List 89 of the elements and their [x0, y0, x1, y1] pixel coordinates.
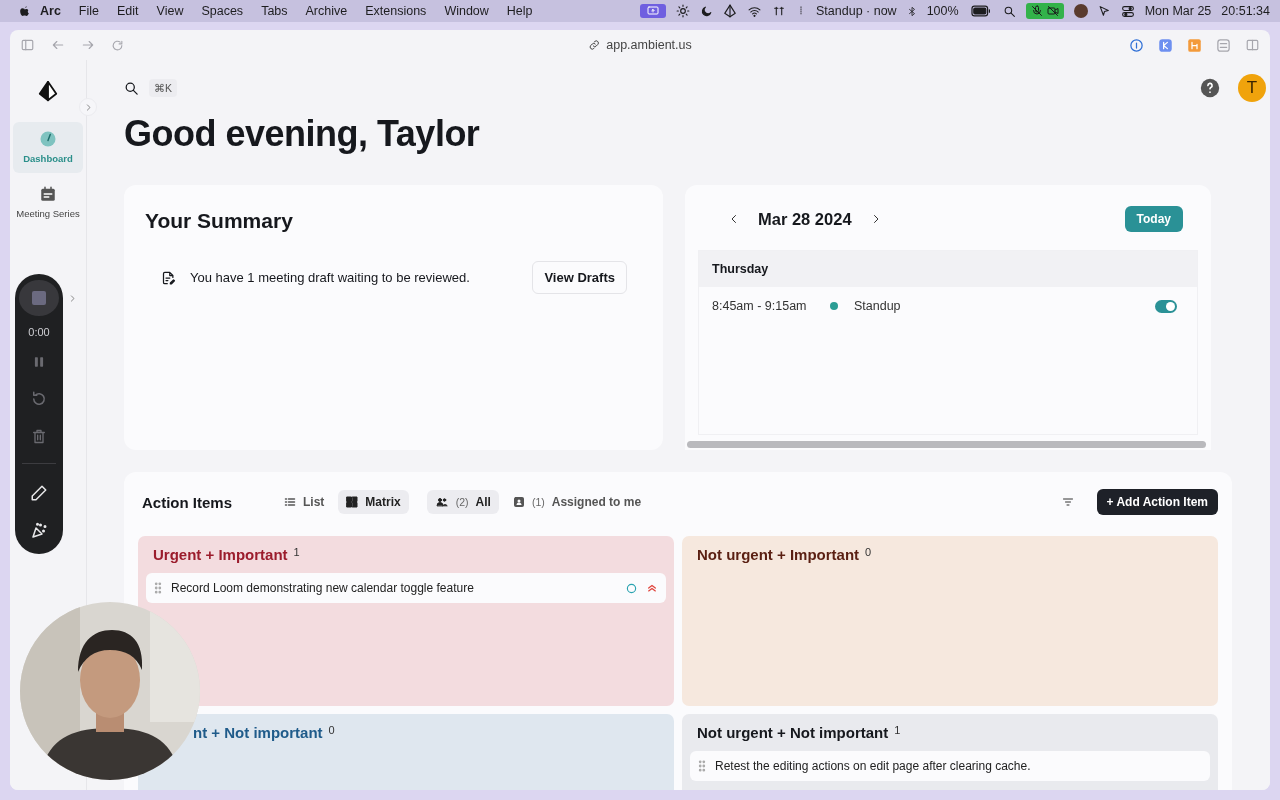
action-items-title: Action Items — [142, 493, 232, 511]
menu-item[interactable]: Extensions — [356, 4, 436, 18]
quadrant-title: Not urgent + Important — [697, 546, 860, 563]
draft-message: You have 1 meeting draft waiting to be reviewed. — [190, 270, 470, 285]
help-icon — [1200, 78, 1220, 98]
draft-icon — [161, 269, 176, 286]
stop-button[interactable] — [19, 280, 59, 317]
event-title: Standup — [854, 299, 901, 313]
search-icon — [1002, 4, 1016, 18]
quadrant-title: nt + Not important — [193, 724, 323, 741]
view-tab[interactable]: List — [276, 490, 333, 514]
summary-title: Your Summary — [145, 209, 294, 233]
menu-item[interactable]: Window — [435, 4, 498, 18]
camera-off-icon — [1046, 5, 1059, 17]
gauge-icon — [39, 130, 57, 148]
apple-icon — [18, 4, 31, 18]
forward-icon — [81, 38, 95, 52]
calendar-icon — [39, 184, 57, 203]
view-drafts-button[interactable]: View Drafts — [532, 261, 627, 294]
moon-icon — [700, 4, 714, 18]
grid-icon — [346, 496, 359, 508]
user-avatar-icon[interactable] — [1073, 4, 1088, 18]
sidebar-toggle-icon — [20, 38, 35, 52]
menu-item[interactable]: Tabs — [252, 4, 297, 18]
people-icon — [434, 496, 449, 508]
event-time: 8:45am - 9:15am — [712, 299, 808, 313]
sliders-extension-icon — [1216, 37, 1231, 53]
battery-icon — [968, 5, 993, 17]
event-toggle[interactable] — [1155, 299, 1177, 313]
priority-chevrons-icon — [646, 583, 658, 593]
sidebar-item[interactable]: Meeting Series — [13, 176, 83, 228]
h-extension-icon — [1187, 37, 1202, 53]
trash-icon — [31, 428, 47, 446]
filter-icon — [1060, 496, 1075, 508]
user-avatar[interactable]: T — [1238, 74, 1266, 102]
battery-percentage: 100% — [926, 4, 959, 18]
drag-handle-icon — [698, 760, 706, 772]
menu-bar-meeting[interactable]: Standup · now — [816, 4, 897, 18]
assignee-filter[interactable]: (1) Assigned to me — [504, 490, 650, 514]
pyramid-icon — [723, 4, 738, 18]
menu-bar-date[interactable]: Mon Mar 25 — [1144, 4, 1212, 18]
action-item[interactable]: Retest the editing actions on edit page after clearing cache. — [690, 751, 1210, 781]
quadrant-title: Not urgent + Not important — [697, 724, 889, 741]
password-extension-icon — [1129, 37, 1144, 53]
cursor-icon — [1097, 4, 1111, 18]
assignee-filter[interactable]: (2) All — [426, 490, 499, 514]
control-center-icon — [1120, 4, 1135, 18]
menu-bar-clock[interactable]: 20:51:34 — [1221, 4, 1270, 18]
contact-card-icon — [512, 496, 525, 508]
calendar-date: Mar 28 2024 — [758, 209, 852, 229]
search-icon — [124, 80, 139, 96]
app-logo-icon — [37, 80, 59, 102]
brightness-icon — [676, 4, 691, 18]
menu-item[interactable]: Edit — [108, 4, 148, 18]
split-view-icon — [1245, 38, 1260, 52]
screen-share-icon — [646, 5, 661, 17]
recording-timer: 0:00 — [28, 326, 50, 339]
item-count: 0 — [328, 724, 335, 736]
greeting-heading: Good evening, Taylor — [124, 112, 481, 156]
k-extension-icon — [1158, 37, 1173, 53]
bluetooth-icon — [906, 4, 917, 18]
back-icon — [51, 38, 65, 52]
link-icon — [588, 39, 601, 51]
wifi-icon — [747, 4, 763, 18]
list-icon — [284, 496, 296, 508]
menu-item[interactable]: Help — [497, 4, 542, 18]
app-menu[interactable]: Arc — [31, 4, 70, 18]
menu-item[interactable]: View — [147, 4, 193, 18]
menu-item[interactable]: File — [69, 4, 108, 18]
add-action-item-button[interactable]: + Add Action Item — [1096, 489, 1218, 515]
quadrant-title: Urgent + Important — [153, 546, 288, 563]
today-button[interactable]: Today — [1124, 206, 1183, 232]
status-circle-icon — [626, 582, 637, 594]
menu-item[interactable]: Archive — [296, 4, 357, 18]
view-tab[interactable]: Matrix — [338, 490, 409, 514]
item-count: 0 — [865, 546, 872, 558]
url-field[interactable]: app.ambient.us — [606, 38, 692, 52]
pencil-icon — [30, 484, 48, 502]
reload-icon — [111, 38, 124, 52]
horizontal-scrollbar[interactable] — [687, 441, 1206, 448]
menu-item[interactable]: Spaces — [192, 4, 253, 18]
item-count: 1 — [293, 546, 300, 558]
drag-handle-icon — [154, 582, 162, 594]
mic-off-icon — [1030, 5, 1043, 17]
shortcut-hint: ⌘K — [149, 79, 177, 97]
item-count: 1 — [894, 724, 901, 736]
day-header: Thursday — [699, 251, 1197, 287]
confetti-icon — [30, 522, 48, 540]
action-item[interactable]: Record Loom demonstrating new calendar toggle feature — [146, 573, 666, 603]
